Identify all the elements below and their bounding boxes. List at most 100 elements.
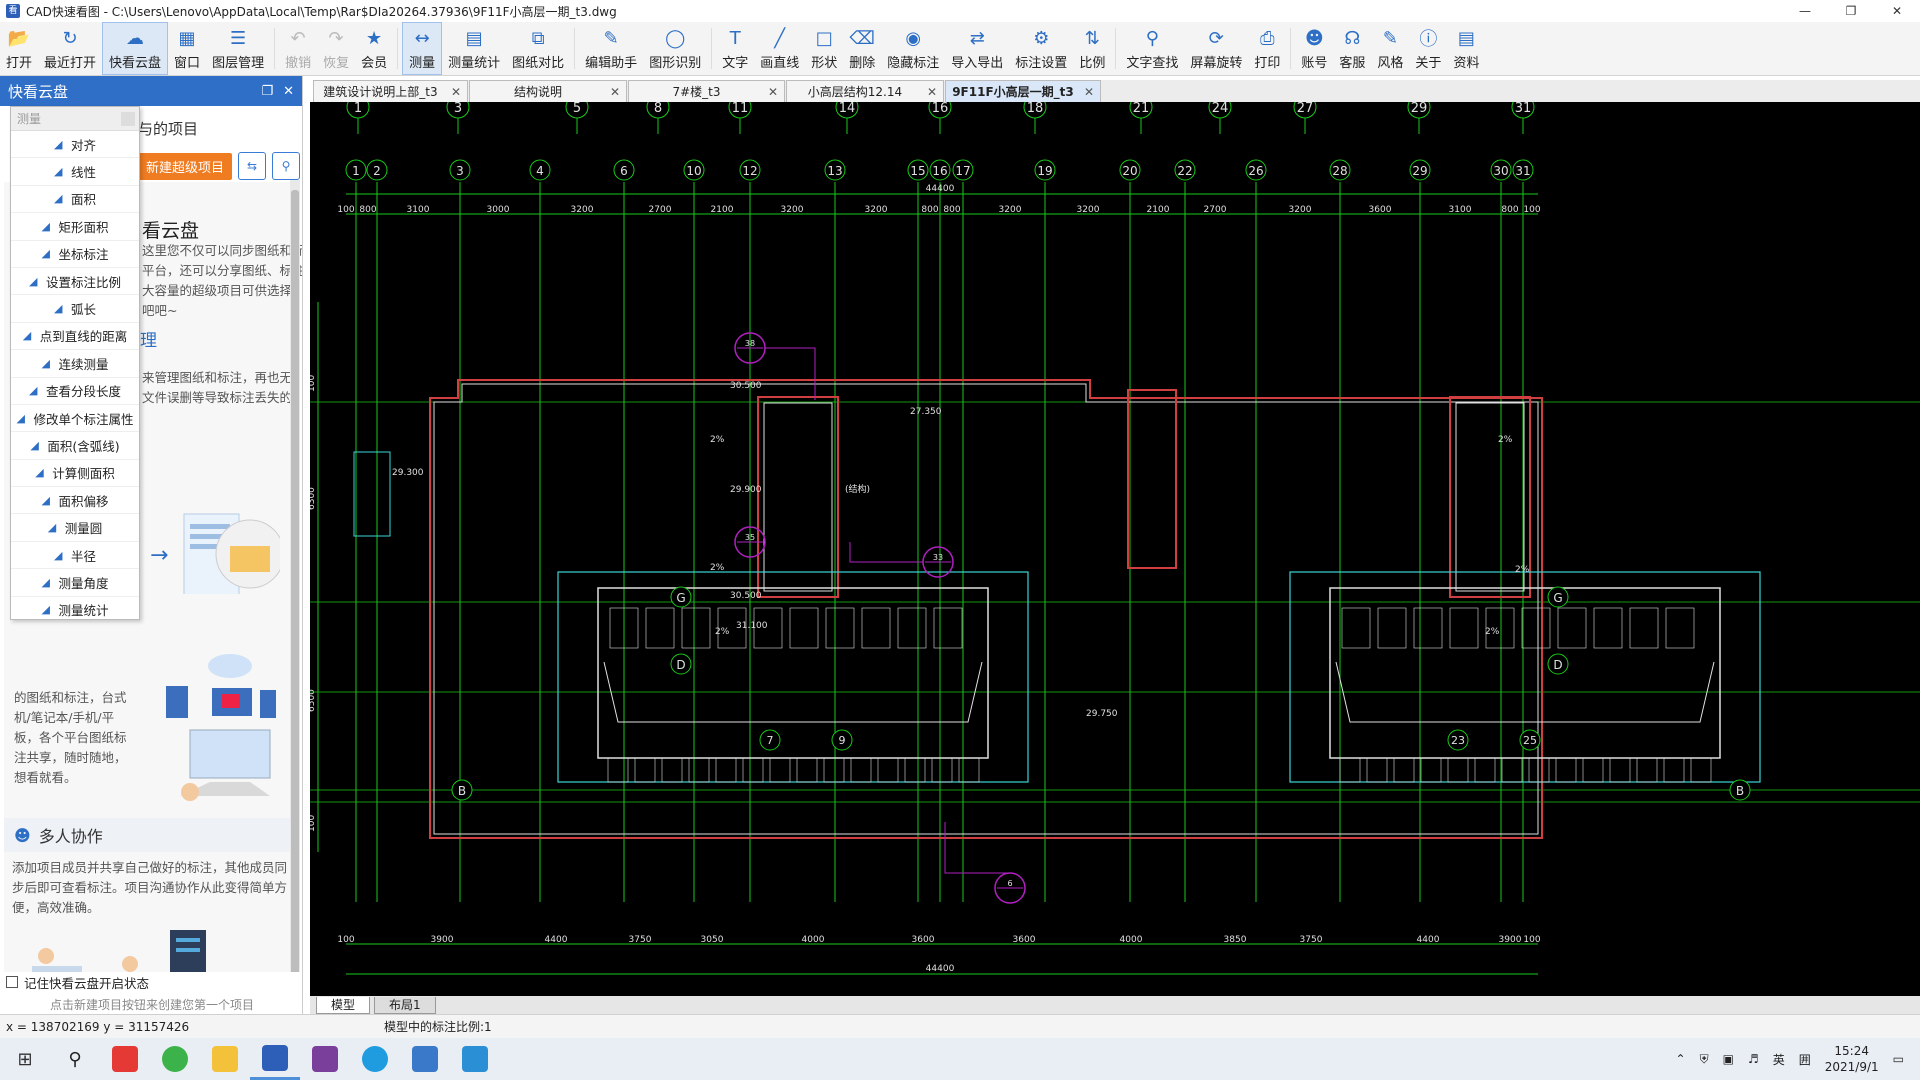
file-explorer-app[interactable]: [200, 1038, 250, 1080]
notepad-app[interactable]: [400, 1038, 450, 1080]
panel-scrollbar[interactable]: [290, 180, 300, 1014]
measure-menu-item[interactable]: ◢ 设置标注比例: [11, 268, 139, 296]
close-panel-icon[interactable]: ✕: [283, 84, 294, 99]
toolbar-folder-open-button[interactable]: 📂 打开: [0, 22, 38, 75]
toolbar-history-button[interactable]: ↻ 最近打开: [38, 22, 102, 75]
wechat-app[interactable]: [150, 1038, 200, 1080]
measure-menu-item[interactable]: ◢ 半径: [11, 542, 139, 570]
measure-menu-item[interactable]: ◢ 矩形面积: [11, 213, 139, 241]
title-bar: 看 CAD快速看图 - C:\Users\Lenovo\AppData\Loca…: [0, 0, 1920, 22]
close-tab-icon[interactable]: ✕: [768, 85, 778, 99]
toolbar-info-button[interactable]: ⓘ 关于: [1409, 22, 1447, 75]
measure-menu-item[interactable]: ◢ 测量角度: [11, 569, 139, 597]
toolbar-measure-stats-button[interactable]: ▤ 测量统计: [442, 22, 506, 75]
toolbar-account-button[interactable]: ☻ 账号: [1295, 22, 1333, 75]
measure-menu-item[interactable]: ◢ 修改单个标注属性: [11, 405, 139, 433]
toolbar-shape-recognition-button[interactable]: ◯ 图形识别: [643, 22, 707, 75]
toolbar-measure-button[interactable]: ↔ 测量: [402, 22, 443, 75]
toolbar-print-button[interactable]: ⎙ 打印: [1248, 22, 1286, 75]
winrar-app[interactable]: [300, 1038, 350, 1080]
document-tab[interactable]: 9F11F小高层一期_t3 ✕: [945, 80, 1101, 102]
toolbar-redo-button[interactable]: ↷ 恢复: [317, 22, 355, 75]
measure-menu-item[interactable]: ◢ 线性: [11, 158, 139, 186]
measure-menu-item[interactable]: ◢ 查看分段长度: [11, 378, 139, 405]
measure-menu-item[interactable]: ◢ 测量统计: [11, 597, 139, 625]
new-project-button[interactable]: 新建超级项目: [138, 152, 233, 180]
railing-bay: [1690, 757, 1712, 783]
toolbar-cloud-button[interactable]: ☁ 快看云盘: [102, 22, 169, 75]
chevron-up-icon[interactable]: ⌃: [1676, 1052, 1686, 1066]
notification-icon[interactable]: ▭: [1893, 1052, 1904, 1066]
clock[interactable]: 15:24 2021/9/1: [1825, 1043, 1879, 1075]
toolbar-style-button[interactable]: ✎ 风格: [1371, 22, 1409, 75]
close-tab-icon[interactable]: ✕: [451, 85, 461, 99]
toolbar-edit-assistant-button[interactable]: ✎ 编辑助手: [579, 22, 643, 75]
layout-tab[interactable]: 布局1: [374, 997, 436, 1014]
toolbar-docs-button[interactable]: ▤ 资料: [1447, 22, 1485, 75]
axis-label: 19: [1037, 164, 1052, 178]
document-tab[interactable]: 建筑设计说明上部_t3 ✕: [313, 80, 468, 102]
toolbar-rotate-screen-button[interactable]: ⟳ 屏幕旋转: [1184, 22, 1248, 75]
wps-app[interactable]: [100, 1038, 150, 1080]
edge-app[interactable]: [350, 1038, 400, 1080]
close-menu-icon[interactable]: [121, 111, 135, 126]
measure-menu-item[interactable]: ◢ 连续测量: [11, 350, 139, 378]
drawing-canvas[interactable]: 1 3 5 8 11 14 16 18 21 24 27 29 31 1 2 3 4 6 10 12 13 15 16 17 1…: [310, 102, 1920, 996]
close-window-button[interactable]: ✕: [1874, 0, 1920, 22]
toolbar-hide-annotation-button[interactable]: ◉ 隐藏标注: [881, 22, 945, 75]
toolbar-headset-button[interactable]: ☊ 客服: [1333, 22, 1371, 75]
panel-scrollbar-thumb[interactable]: [291, 190, 299, 1014]
search-taskbar-button[interactable]: ⚲: [50, 1038, 100, 1080]
measure-menu-item[interactable]: ◢ 弧长: [11, 295, 139, 323]
close-tab-icon[interactable]: ✕: [927, 85, 937, 99]
toolbar-window-button[interactable]: ▦ 窗口: [168, 22, 206, 75]
measure-menu-item[interactable]: ◢ 计算侧面积: [11, 460, 139, 488]
start-button[interactable]: ⊞: [0, 1038, 50, 1080]
text-app[interactable]: [450, 1038, 500, 1080]
input-mode[interactable]: 囲: [1799, 1051, 1811, 1068]
measure-menu-item[interactable]: ◢ 面积偏移: [11, 487, 139, 515]
toolbar-undo-button[interactable]: ↶ 撤销: [279, 22, 317, 75]
search-button[interactable]: ⚲: [272, 152, 301, 180]
overall-dimension: 44400: [926, 184, 955, 194]
document-tab[interactable]: 7#楼_t3 ✕: [628, 80, 785, 102]
toolbar-annotation-settings-button[interactable]: ⚙ 标注设置: [1009, 22, 1073, 75]
volume-icon[interactable]: ♬: [1748, 1052, 1759, 1066]
toolbar-text-button[interactable]: T 文字: [716, 22, 754, 75]
collab-title: 多人协作: [38, 827, 103, 846]
measure-menu-item[interactable]: ◢ 对齐: [11, 131, 139, 159]
maximize-button[interactable]: ❐: [1828, 0, 1874, 22]
toolbar-scale-button[interactable]: ⇅ 比例: [1073, 22, 1111, 75]
cad-viewer-app[interactable]: [250, 1038, 300, 1080]
document-tab[interactable]: 结构说明 ✕: [469, 80, 627, 102]
remember-checkbox[interactable]: [6, 976, 18, 988]
sync-button[interactable]: ⇆: [238, 152, 267, 180]
document-tab[interactable]: 小高层结构12.14 ✕: [786, 80, 944, 102]
toolbar-vip-button[interactable]: ★ 会员: [355, 22, 393, 75]
minimize-button[interactable]: —: [1782, 0, 1828, 22]
network-icon[interactable]: ▣: [1723, 1052, 1734, 1066]
toolbar-shape-button[interactable]: □ 形状: [805, 22, 843, 75]
toolbar-text-search-button[interactable]: ⚲ 文字查找: [1120, 22, 1184, 75]
unit-outline: [557, 571, 1029, 783]
search-icon: ⚲: [281, 159, 291, 173]
railing-bay: [742, 757, 764, 783]
close-tab-icon[interactable]: ✕: [610, 85, 620, 99]
measure-menu-item[interactable]: ◢ 面积: [11, 186, 139, 214]
toolbar-compare-button[interactable]: ⧉ 图纸对比: [506, 22, 570, 75]
measure-menu-item[interactable]: ◢ 面积(含弧线): [11, 432, 139, 460]
toolbar-import-export-button[interactable]: ⇄ 导入导出: [945, 22, 1009, 75]
toolbar-eraser-button[interactable]: ⌫ 删除: [843, 22, 881, 75]
main-toolbar: 📂 打开 ↻ 最近打开 ☁ 快看云盘 ▦ 窗口 ☰ 图层管理 ↶ 撤销 ↷ 恢复 ★ 会员 ↔ 测量 ▤ 测量统计 ⧉ 图…: [0, 22, 1920, 76]
security-icon[interactable]: ⛨: [1700, 1052, 1709, 1067]
toolbar-layers-button[interactable]: ☰ 图层管理: [206, 22, 270, 75]
measure-menu-item[interactable]: ◢ 点到直线的距离: [11, 323, 139, 351]
input-language[interactable]: 英: [1773, 1051, 1785, 1068]
restore-panel-icon[interactable]: ❐: [261, 84, 273, 99]
measure-tool-icon: ◢: [47, 521, 57, 535]
layout-tab[interactable]: 模型: [316, 997, 371, 1014]
measure-menu-item[interactable]: ◢ 坐标标注: [11, 241, 139, 268]
toolbar-line-button[interactable]: ╱ 画直线: [754, 22, 805, 75]
measure-menu-item[interactable]: ◢ 测量圆: [11, 514, 139, 542]
close-tab-icon[interactable]: ✕: [1084, 85, 1094, 99]
